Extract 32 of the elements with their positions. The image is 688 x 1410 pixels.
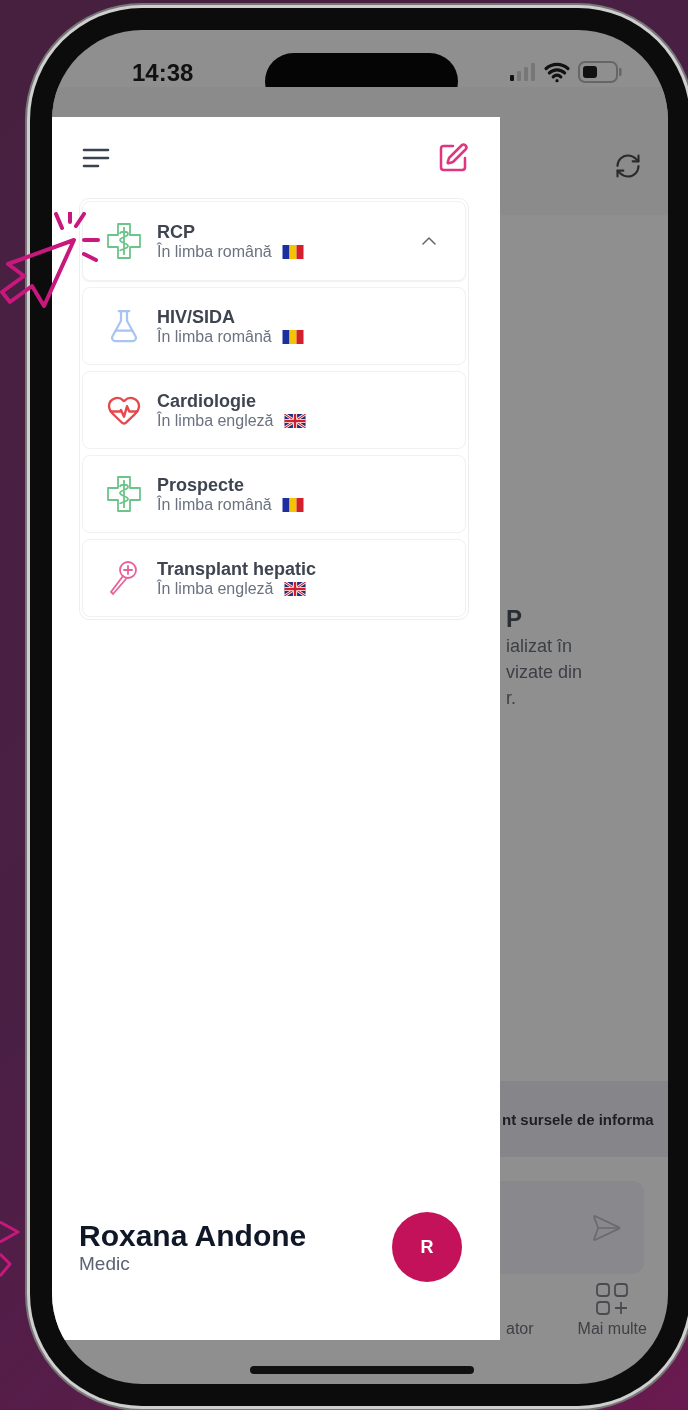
description-line: vizate din [506,661,584,684]
status-time: 14:38 [132,58,194,87]
refresh-button[interactable] [614,152,642,180]
page-title: P [506,605,523,633]
new-chat-button[interactable] [437,141,469,174]
banner-text: nt sursele de informa [502,1110,654,1128]
medical-cross-icon [106,222,142,260]
category-header[interactable]: RCP În limba română [82,201,466,281]
avatar[interactable]: R [392,1212,462,1282]
description-line: ializat în [506,635,574,658]
category-title: Transplant hepatic [157,558,318,580]
language-label: În limba română [157,327,272,346]
medical-cross-icon [106,475,142,513]
user-name: Roxana Andone [79,1219,307,1253]
category-title: HIV/SIDA [157,306,236,327]
category-item[interactable]: HIV/SIDA În limba română [82,287,466,365]
grid-plus-icon[interactable] [595,1282,630,1316]
category-title: Cardiologie [157,390,257,412]
language-label: În limba română [157,495,272,514]
signal-icon [510,62,536,81]
category-item[interactable]: Transplant hepatic În limba engleză [82,539,466,617]
language-label: În limba engleză [157,579,274,598]
category-title: RCP [157,221,196,242]
user-role: Medic [79,1253,131,1275]
category-item[interactable]: Prospecte În limba română [82,455,466,533]
category-item[interactable]: Cardiologie În limba engleză [82,371,466,449]
battery-icon [578,60,622,83]
language-label: În limba engleză [157,411,274,430]
language-label: În limba română [157,242,272,261]
description-line: r. [506,687,517,710]
menu-button[interactable] [82,147,110,168]
category-title: Prospecte [157,474,246,496]
